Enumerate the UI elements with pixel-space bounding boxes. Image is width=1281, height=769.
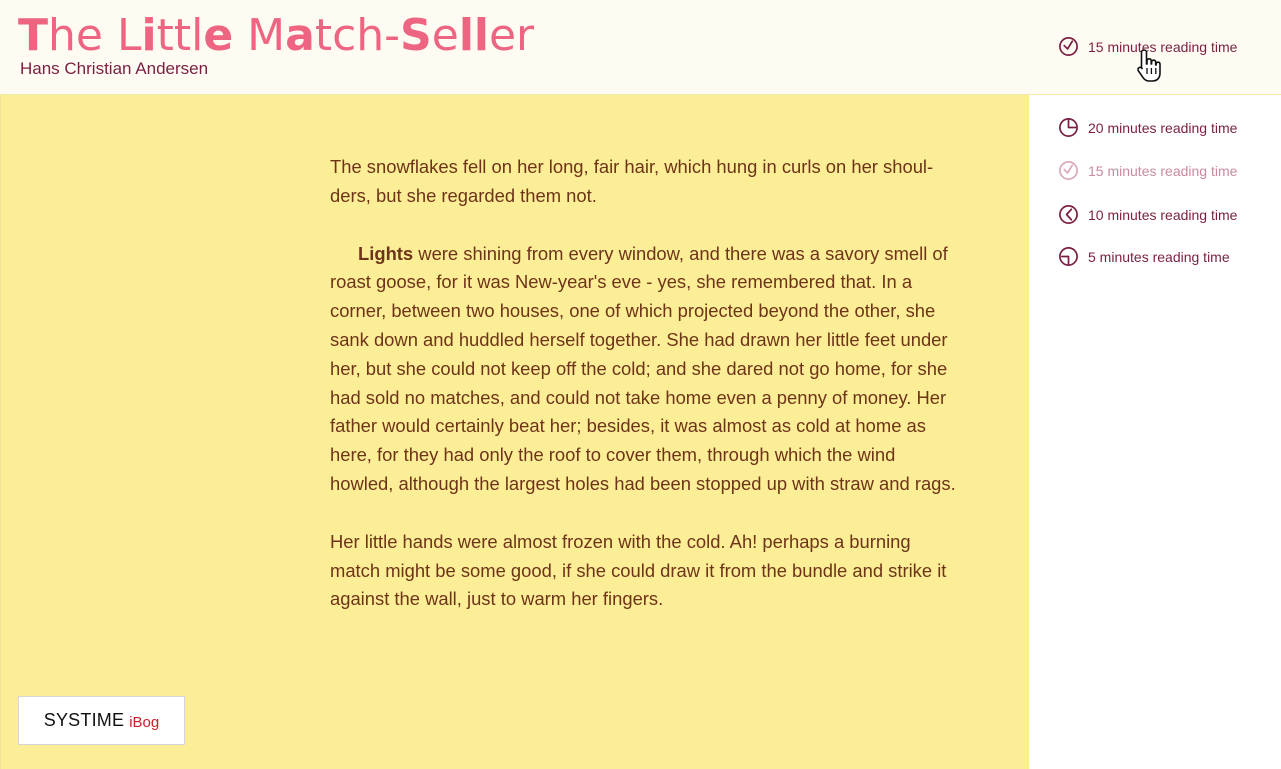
title-part: i [141,10,157,61]
story-paragraph: The snowflakes fell on her long, fair ha… [330,156,934,206]
app: The Little Match-Seller Hans Christian A… [0,0,1281,769]
systime-logo[interactable]: SYSTIME iBog [18,696,185,745]
title-part: ttl [156,10,204,61]
reading-time-sidebar: 20 minutes reading time 15 minutes readi… [1029,95,1281,769]
clock-10-icon [1059,205,1078,224]
logo-sub-text: iBog [129,714,160,731]
title-part: er [488,10,535,61]
reading-time-option-5[interactable]: 5 minutes reading time [1058,246,1230,267]
title-part: he L [48,10,142,61]
reading-time-option-label: 20 minutes reading time [1088,119,1238,136]
clock-15-icon [1059,161,1078,180]
logo-main-text: SYSTIME [43,710,125,730]
clock-5-icon [1059,247,1078,266]
page-title: The Little Match-Seller [18,10,534,62]
title-part: tch- [314,10,401,61]
title-part: a [285,10,315,61]
title-part: e [431,10,459,61]
story-paragraph: Her little hands were almost frozen with… [330,530,947,610]
clock-15-icon [1059,37,1078,56]
reading-time-option-label: 10 minutes reading time [1088,206,1238,223]
reading-time-option-15[interactable]: 15 minutes reading time [1058,160,1237,181]
story-paragraph-body: were shining from every window, and ther… [330,242,956,494]
hand-cursor-icon [1137,49,1161,82]
clock-20-icon [1059,118,1078,137]
story-text: The snowflakes fell on her long, fair ha… [330,153,962,643]
reading-time-option-label: 5 minutes reading time [1088,248,1230,265]
header: The Little Match-Seller Hans Christian A… [0,0,1281,95]
author-name: Hans Christian Andersen [20,59,209,78]
title-part: T [18,10,49,61]
reading-time-option-20[interactable]: 20 minutes reading time [1058,117,1237,138]
reading-time-option-label: 15 minutes reading time [1088,162,1238,179]
story-paragraph-lead: Lights [358,242,414,264]
reading-time-option-10[interactable]: 10 minutes reading time [1058,204,1237,225]
title-part: M [233,10,286,61]
story-paragraph: Lights were shining from every window, a… [330,240,962,499]
title-part: ll [458,10,489,61]
title-part: S [400,10,432,61]
reading-pane: The snowflakes fell on her long, fair ha… [0,95,1029,769]
title-part: e [203,10,234,61]
